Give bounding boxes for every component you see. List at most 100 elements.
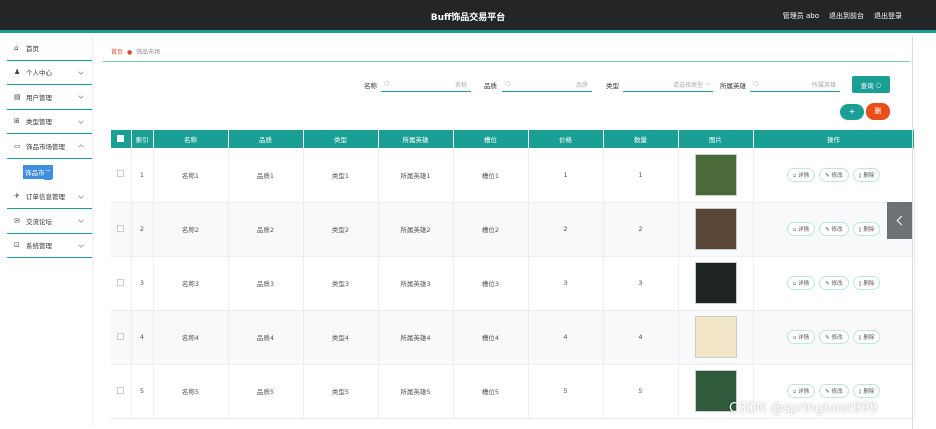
item-thumbnail[interactable] — [694, 316, 737, 358]
sidebar-item-home[interactable]: ⌂ 首页 — [7, 36, 92, 61]
market-icon: ▭ — [14, 141, 21, 150]
chevron-down-icon — [78, 192, 84, 199]
cell-idx: 1 — [131, 148, 154, 203]
cell-name: 名称5 — [153, 364, 229, 419]
row-checkbox[interactable] — [111, 364, 132, 419]
cell-qty: 3 — [603, 256, 679, 311]
detail-button[interactable]: ▫ 详情 — [786, 330, 816, 344]
search-icon: ○ — [753, 80, 759, 87]
col-header: 品质 — [228, 130, 304, 148]
cell-price: 4 — [528, 310, 604, 365]
filter-name-input[interactable]: ○ 名称 — [381, 77, 471, 92]
edit-button[interactable]: ✎ 修改 — [819, 330, 849, 344]
delete-button[interactable]: ▯ 删除 — [852, 167, 881, 182]
content-right-border — [912, 36, 913, 429]
sidebar-subitem-market[interactable]: 饰品市场 — [7, 159, 92, 185]
chevron-down-icon — [78, 93, 84, 99]
cell-type: 类型4 — [303, 310, 379, 365]
filter-hero-input[interactable]: ○ 所属英雄 — [750, 77, 840, 92]
cell-slot: 槽位4 — [453, 310, 529, 365]
send-icon: ✈ — [14, 192, 20, 201]
col-header: 索引 — [131, 130, 154, 148]
cell-quality: 品质3 — [228, 256, 304, 311]
cell-idx: 4 — [131, 310, 154, 365]
collapse-panel-button[interactable] — [887, 202, 912, 239]
cell-image — [678, 256, 754, 311]
breadcrumb-current: 饰品市场 — [136, 49, 161, 56]
cell-name: 名称4 — [153, 310, 229, 365]
delete-button[interactable]: ▯ 删除 — [852, 330, 881, 344]
cell-hero: 所属英雄2 — [378, 202, 454, 257]
cell-quality: 品质4 — [228, 310, 304, 365]
select-all-checkbox[interactable] — [111, 130, 132, 148]
sidebar-item-label: 交流论坛 — [26, 217, 52, 226]
detail-button-label: 详情 — [798, 281, 810, 287]
breadcrumb-divider — [103, 61, 910, 62]
delete-button[interactable]: ▯ 删除 — [852, 222, 881, 236]
item-thumbnail[interactable] — [694, 153, 737, 196]
item-thumbnail[interactable] — [694, 208, 737, 250]
table-row: 4 名称4 品质4 类型4 所属英雄4 槽位4 4 4 ▫ 详情 ✎ 修改 ▯ 删除 — [111, 310, 915, 365]
filter-name-placeholder: 名称 — [454, 82, 467, 89]
search-icon: ○ — [875, 80, 882, 89]
detail-button[interactable]: ▫ 详情 — [786, 384, 816, 398]
detail-button[interactable]: ▫ 详情 — [786, 167, 816, 182]
sidebar-item-users[interactable]: ▤ 用户管理 — [7, 85, 92, 110]
cell-name: 名称2 — [153, 202, 229, 257]
back-to-frontend-link[interactable]: 退出到前台 — [829, 11, 864, 21]
row-checkbox[interactable] — [111, 148, 132, 203]
market-table: 索引 名称 品质 类型 所属英雄 槽位 价格 数量 图片 操作 1 名称1 品质1 类… — [111, 130, 915, 419]
edit-button[interactable]: ✎ 修改 — [819, 276, 849, 290]
sidebar-item-system[interactable]: ⊡ 系统管理 — [7, 234, 92, 258]
filter-quality-placeholder: 品质 — [575, 82, 588, 89]
filter-type-select[interactable]: 请选择类型 ⌄ — [623, 77, 713, 92]
row-checkbox[interactable] — [111, 310, 132, 365]
batch-delete-button[interactable]: 删 — [866, 103, 890, 120]
search-icon: ○ — [384, 80, 390, 87]
add-button[interactable]: + — [840, 104, 864, 120]
cursor-badge-icon — [44, 170, 52, 180]
search-button-label: 查询 — [860, 81, 874, 90]
cell-quality: 品质2 — [228, 202, 304, 257]
sidebar-item-orders[interactable]: ✈ 订单信息管理 — [7, 185, 92, 209]
sidebar-item-label: 首页 — [26, 44, 39, 53]
cell-name: 名称3 — [153, 256, 229, 311]
sidebar-item-market[interactable]: ▭ 饰品市场管理 — [7, 134, 92, 159]
table-row: 3 名称3 品质3 类型3 所属英雄3 槽位3 3 3 ▫ 详情 ✎ 修改 ▯ 删除 — [111, 256, 915, 311]
chevron-down-icon — [78, 217, 84, 223]
item-thumbnail[interactable] — [694, 262, 737, 304]
delete-button-label: 删除 — [863, 281, 875, 287]
edit-button[interactable]: ✎ 修改 — [819, 222, 849, 236]
detail-button[interactable]: ▫ 详情 — [786, 222, 816, 236]
logout-link[interactable]: 退出登录 — [874, 11, 902, 21]
search-button[interactable]: 查询 ○ — [852, 76, 890, 93]
sidebar-item-label: 饰品市场管理 — [26, 142, 65, 151]
cell-slot: 槽位3 — [453, 256, 529, 311]
row-checkbox[interactable] — [111, 202, 132, 257]
sidebar-item-types[interactable]: ⊞ 类型管理 — [7, 110, 92, 134]
edit-button[interactable]: ✎ 修改 — [819, 384, 849, 398]
cell-image — [678, 310, 754, 365]
filter-quality-input[interactable]: ○ 品质 — [502, 77, 592, 92]
edit-button[interactable]: ✎ 修改 — [819, 167, 849, 182]
sidebar-item-label: 用户管理 — [26, 93, 52, 102]
edit-button-label: 修改 — [831, 389, 843, 395]
delete-button[interactable]: ▯ 删除 — [852, 276, 881, 290]
sidebar-item-label: 系统管理 — [26, 242, 52, 251]
user-icon: ♟ — [14, 68, 21, 77]
detail-button-label: 详情 — [798, 335, 810, 341]
cell-idx: 5 — [131, 364, 154, 419]
delete-button[interactable]: ▯ 删除 — [852, 384, 881, 398]
sidebar-item-forum[interactable]: ✉ 交流论坛 — [7, 209, 92, 234]
delete-button-label: 删除 — [863, 389, 875, 395]
cell-slot: 槽位5 — [453, 364, 529, 419]
breadcrumb-home[interactable]: 首页 — [111, 49, 123, 56]
chevron-down-icon: ⌄ — [705, 80, 711, 87]
detail-button[interactable]: ▫ 详情 — [786, 276, 816, 290]
cell-quality: 品质1 — [228, 148, 304, 203]
chevron-up-icon — [78, 144, 84, 150]
sidebar-item-profile[interactable]: ♟ 个人中心 — [7, 61, 92, 85]
row-checkbox[interactable] — [111, 256, 132, 311]
sidebar: ⌂ 首页 ♟ 个人中心 ▤ 用户管理 ⊞ 类型管理 ▭ 饰品市场管理 饰品市场 … — [7, 36, 93, 426]
watermark: CSDN @springboot999 — [729, 401, 878, 416]
